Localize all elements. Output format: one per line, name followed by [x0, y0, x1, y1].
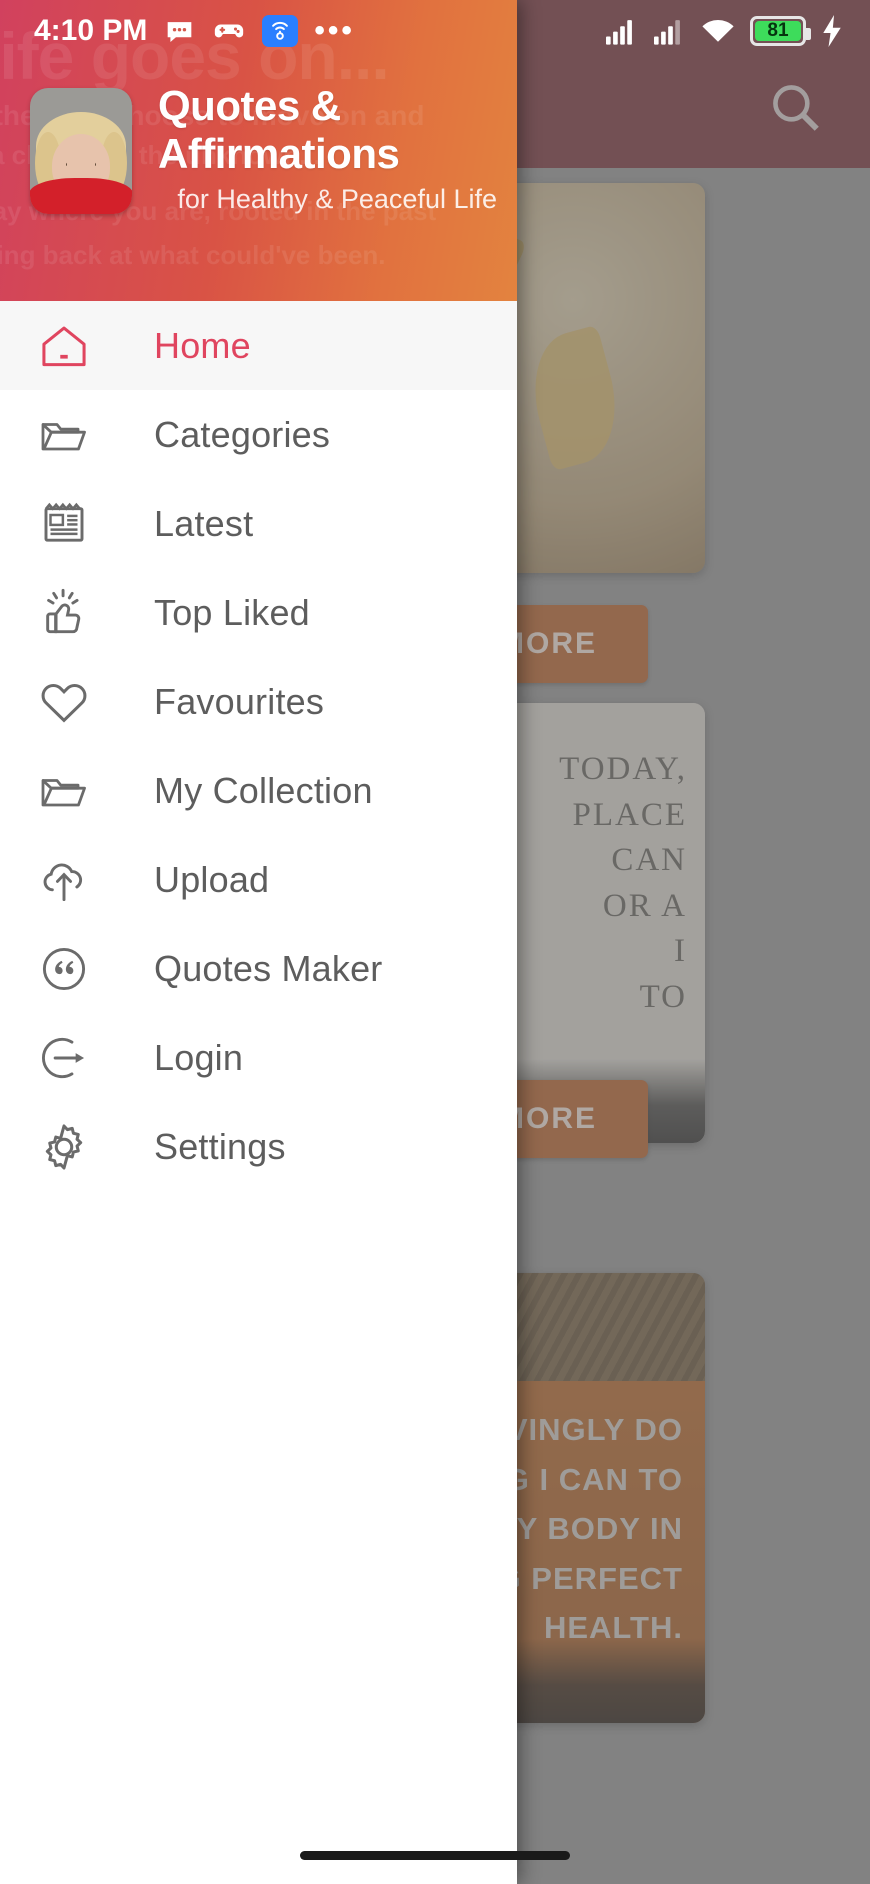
sidebar-item-top-liked[interactable]: Top Liked [0, 568, 517, 657]
header-titles: Quotes & Affirmations for Healthy & Peac… [158, 82, 517, 219]
sidebar-item-label: Settings [154, 1125, 286, 1167]
sidebar-item-label: Home [154, 324, 251, 366]
home-indicator [300, 1851, 570, 1860]
sidebar-item-label: Quotes Maker [154, 947, 383, 989]
wifi-icon [700, 16, 736, 46]
app-title: Quotes & Affirmations [158, 82, 400, 177]
sidebar-item-label: My Collection [154, 769, 373, 811]
heart-icon [22, 673, 106, 731]
folder-icon [22, 763, 106, 819]
sidebar-item-categories[interactable]: Categories [0, 390, 517, 479]
sidebar-item-home[interactable]: Home [0, 301, 517, 390]
game-controller-icon [212, 14, 246, 48]
sidebar-item-label: Categories [154, 413, 331, 455]
sign-in-icon [22, 1030, 106, 1086]
sidebar-item-login[interactable]: Login [0, 1013, 517, 1102]
drawer-menu-list: Home Categories Latest Top Liked Favouri… [0, 301, 517, 1884]
sidebar-item-label: Upload [154, 858, 270, 900]
sidebar-item-favourites[interactable]: Favourites [0, 657, 517, 746]
sidebar-item-label: Favourites [154, 680, 325, 722]
sidebar-item-label: Login [154, 1036, 244, 1078]
sidebar-item-latest[interactable]: Latest [0, 479, 517, 568]
sidebar-item-label: Latest [154, 502, 254, 544]
newspaper-icon [22, 497, 106, 551]
battery-percent: 81 [767, 20, 789, 41]
sidebar-item-label: Top Liked [154, 591, 310, 633]
sidebar-item-quotes-maker[interactable]: Quotes Maker [0, 924, 517, 1013]
home-icon [22, 318, 106, 374]
cloud-upload-icon [22, 852, 106, 908]
sidebar-item-my-collection[interactable]: My Collection [0, 746, 517, 835]
sidebar-item-upload[interactable]: Upload [0, 835, 517, 924]
battery-icon: 81 [750, 16, 811, 46]
app-subtitle: for Healthy & Peaceful Life [177, 184, 497, 214]
gear-icon [22, 1118, 106, 1176]
wifi-hotspot-icon [262, 15, 299, 47]
status-bar-left: 4:10 PM ••• [34, 14, 355, 48]
thumbs-up-rays-icon [22, 585, 106, 641]
sidebar-item-settings[interactable]: Settings [0, 1102, 517, 1191]
quote-circle-icon [22, 941, 106, 997]
navigation-drawer: life goes on... ether you choose to move… [0, 0, 517, 1884]
folder-icon [22, 407, 106, 463]
charging-bolt-icon [820, 15, 844, 47]
signal-bars-sim1-icon [604, 16, 638, 46]
chat-bubble-icon [163, 15, 196, 48]
avatar[interactable] [30, 87, 132, 214]
signal-bars-sim2-icon [652, 16, 686, 46]
overflow-dots-icon: ••• [314, 14, 355, 47]
status-bar-right: 81 [604, 15, 844, 47]
status-time: 4:10 PM [34, 14, 148, 47]
status-bar: 4:10 PM ••• 81 [0, 0, 870, 62]
